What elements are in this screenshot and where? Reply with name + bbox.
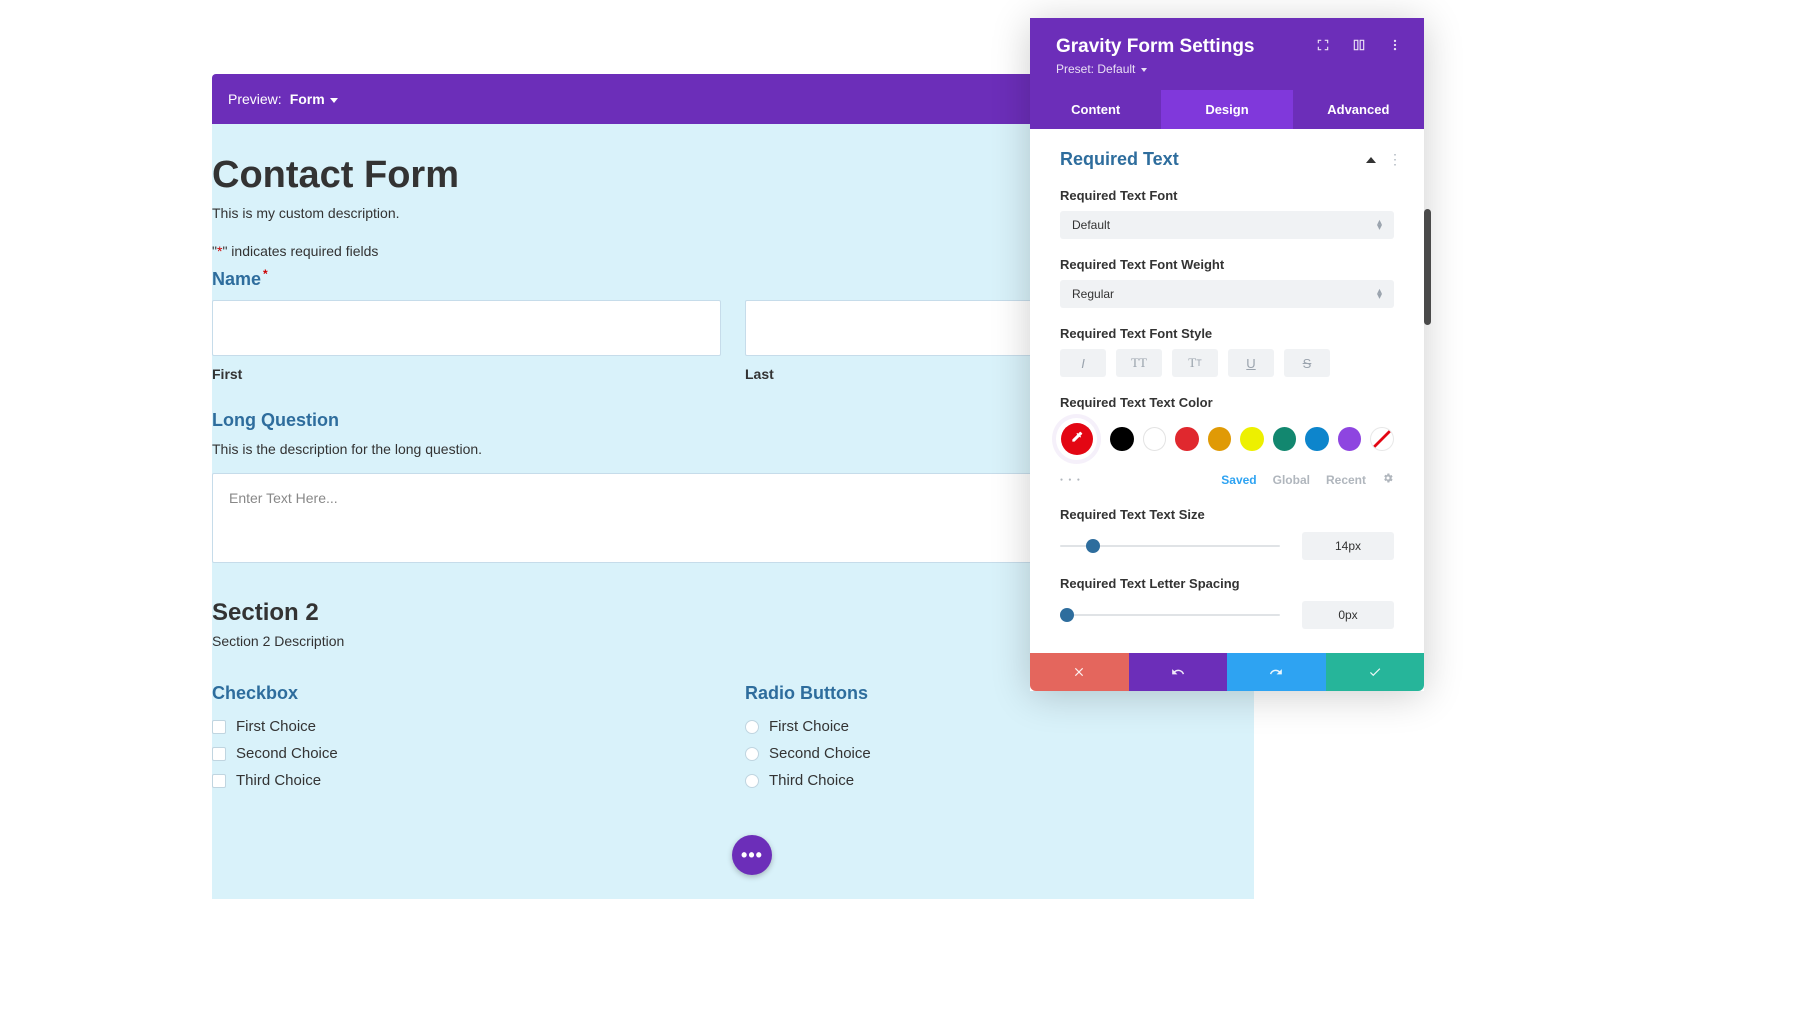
smallcaps-button[interactable]: TT [1172,349,1218,377]
undo-button[interactable] [1129,653,1228,691]
textcolor-label: Required Text Text Color [1060,395,1394,410]
underline-button[interactable]: U [1228,349,1274,377]
font-label: Required Text Font [1060,188,1394,203]
preview-label: Preview: [228,91,282,107]
chevron-up-icon [1366,157,1376,163]
swatch-purple[interactable] [1338,427,1362,451]
swatch-orange[interactable] [1208,427,1232,451]
textsize-label: Required Text Text Size [1060,507,1394,522]
color-picker-button[interactable] [1061,423,1093,455]
swatch-red[interactable] [1175,427,1199,451]
color-tab-saved[interactable]: Saved [1221,473,1256,487]
save-button[interactable] [1326,653,1425,691]
fab-more-button[interactable]: ••• [732,835,772,875]
panel-header: Gravity Form Settings Preset: Default [1030,18,1424,90]
uppercase-button[interactable]: TT [1116,349,1162,377]
checkbox-option[interactable]: Third Choice [212,772,721,789]
preview-form-dropdown[interactable]: Form [290,91,338,107]
letterspacing-label: Required Text Letter Spacing [1060,576,1394,591]
more-icon[interactable] [1388,38,1402,57]
radio-option[interactable]: Second Choice [745,745,1254,762]
color-tab-global[interactable]: Global [1273,473,1310,487]
tab-design[interactable]: Design [1161,90,1292,129]
checkbox-label: Checkbox [212,683,721,704]
fontstyle-label: Required Text Font Style [1060,326,1394,341]
color-tab-recent[interactable]: Recent [1326,473,1366,487]
panel-scrollbar[interactable] [1424,209,1431,325]
radio-option[interactable]: First Choice [745,718,1254,735]
letterspacing-input[interactable]: 0px [1302,601,1394,629]
swatch-teal[interactable] [1273,427,1297,451]
swatch-black[interactable] [1110,427,1134,451]
tab-content[interactable]: Content [1030,90,1161,129]
textsize-input[interactable]: 14px [1302,532,1394,560]
preset-dropdown[interactable]: Preset: Default [1056,62,1402,76]
radio-option[interactable]: Third Choice [745,772,1254,789]
checkbox-option[interactable]: Second Choice [212,745,721,762]
swatch-none[interactable] [1370,427,1394,451]
first-name-input[interactable] [212,300,721,356]
italic-button[interactable]: I [1060,349,1106,377]
checkbox-option[interactable]: First Choice [212,718,721,735]
swatch-white[interactable] [1143,427,1167,451]
font-select[interactable]: Default ▴▾ [1060,211,1394,239]
weight-label: Required Text Font Weight [1060,257,1394,272]
accordion-more-icon[interactable]: ⋮ [1388,151,1402,168]
textsize-slider[interactable] [1060,545,1280,547]
accordion-title: Required Text [1060,149,1179,170]
settings-panel: Gravity Form Settings Preset: Default Co… [1030,18,1424,691]
eyedropper-icon [1070,430,1084,449]
first-name-sublabel: First [212,366,721,382]
accordion-required-text[interactable]: Required Text ⋮ [1030,129,1424,188]
expand-icon[interactable] [1316,38,1330,57]
redo-button[interactable] [1227,653,1326,691]
swatch-yellow[interactable] [1240,427,1264,451]
tab-advanced[interactable]: Advanced [1293,90,1424,129]
strikethrough-button[interactable]: S [1284,349,1330,377]
color-settings-icon[interactable] [1382,472,1394,487]
cancel-button[interactable] [1030,653,1129,691]
letterspacing-slider[interactable] [1060,614,1280,616]
swatch-blue[interactable] [1305,427,1329,451]
panel-title: Gravity Form Settings [1056,36,1255,58]
weight-select[interactable]: Regular ▴▾ [1060,280,1394,308]
more-colors-icon[interactable]: ● ● ● [1060,477,1082,483]
column-icon[interactable] [1352,38,1366,57]
